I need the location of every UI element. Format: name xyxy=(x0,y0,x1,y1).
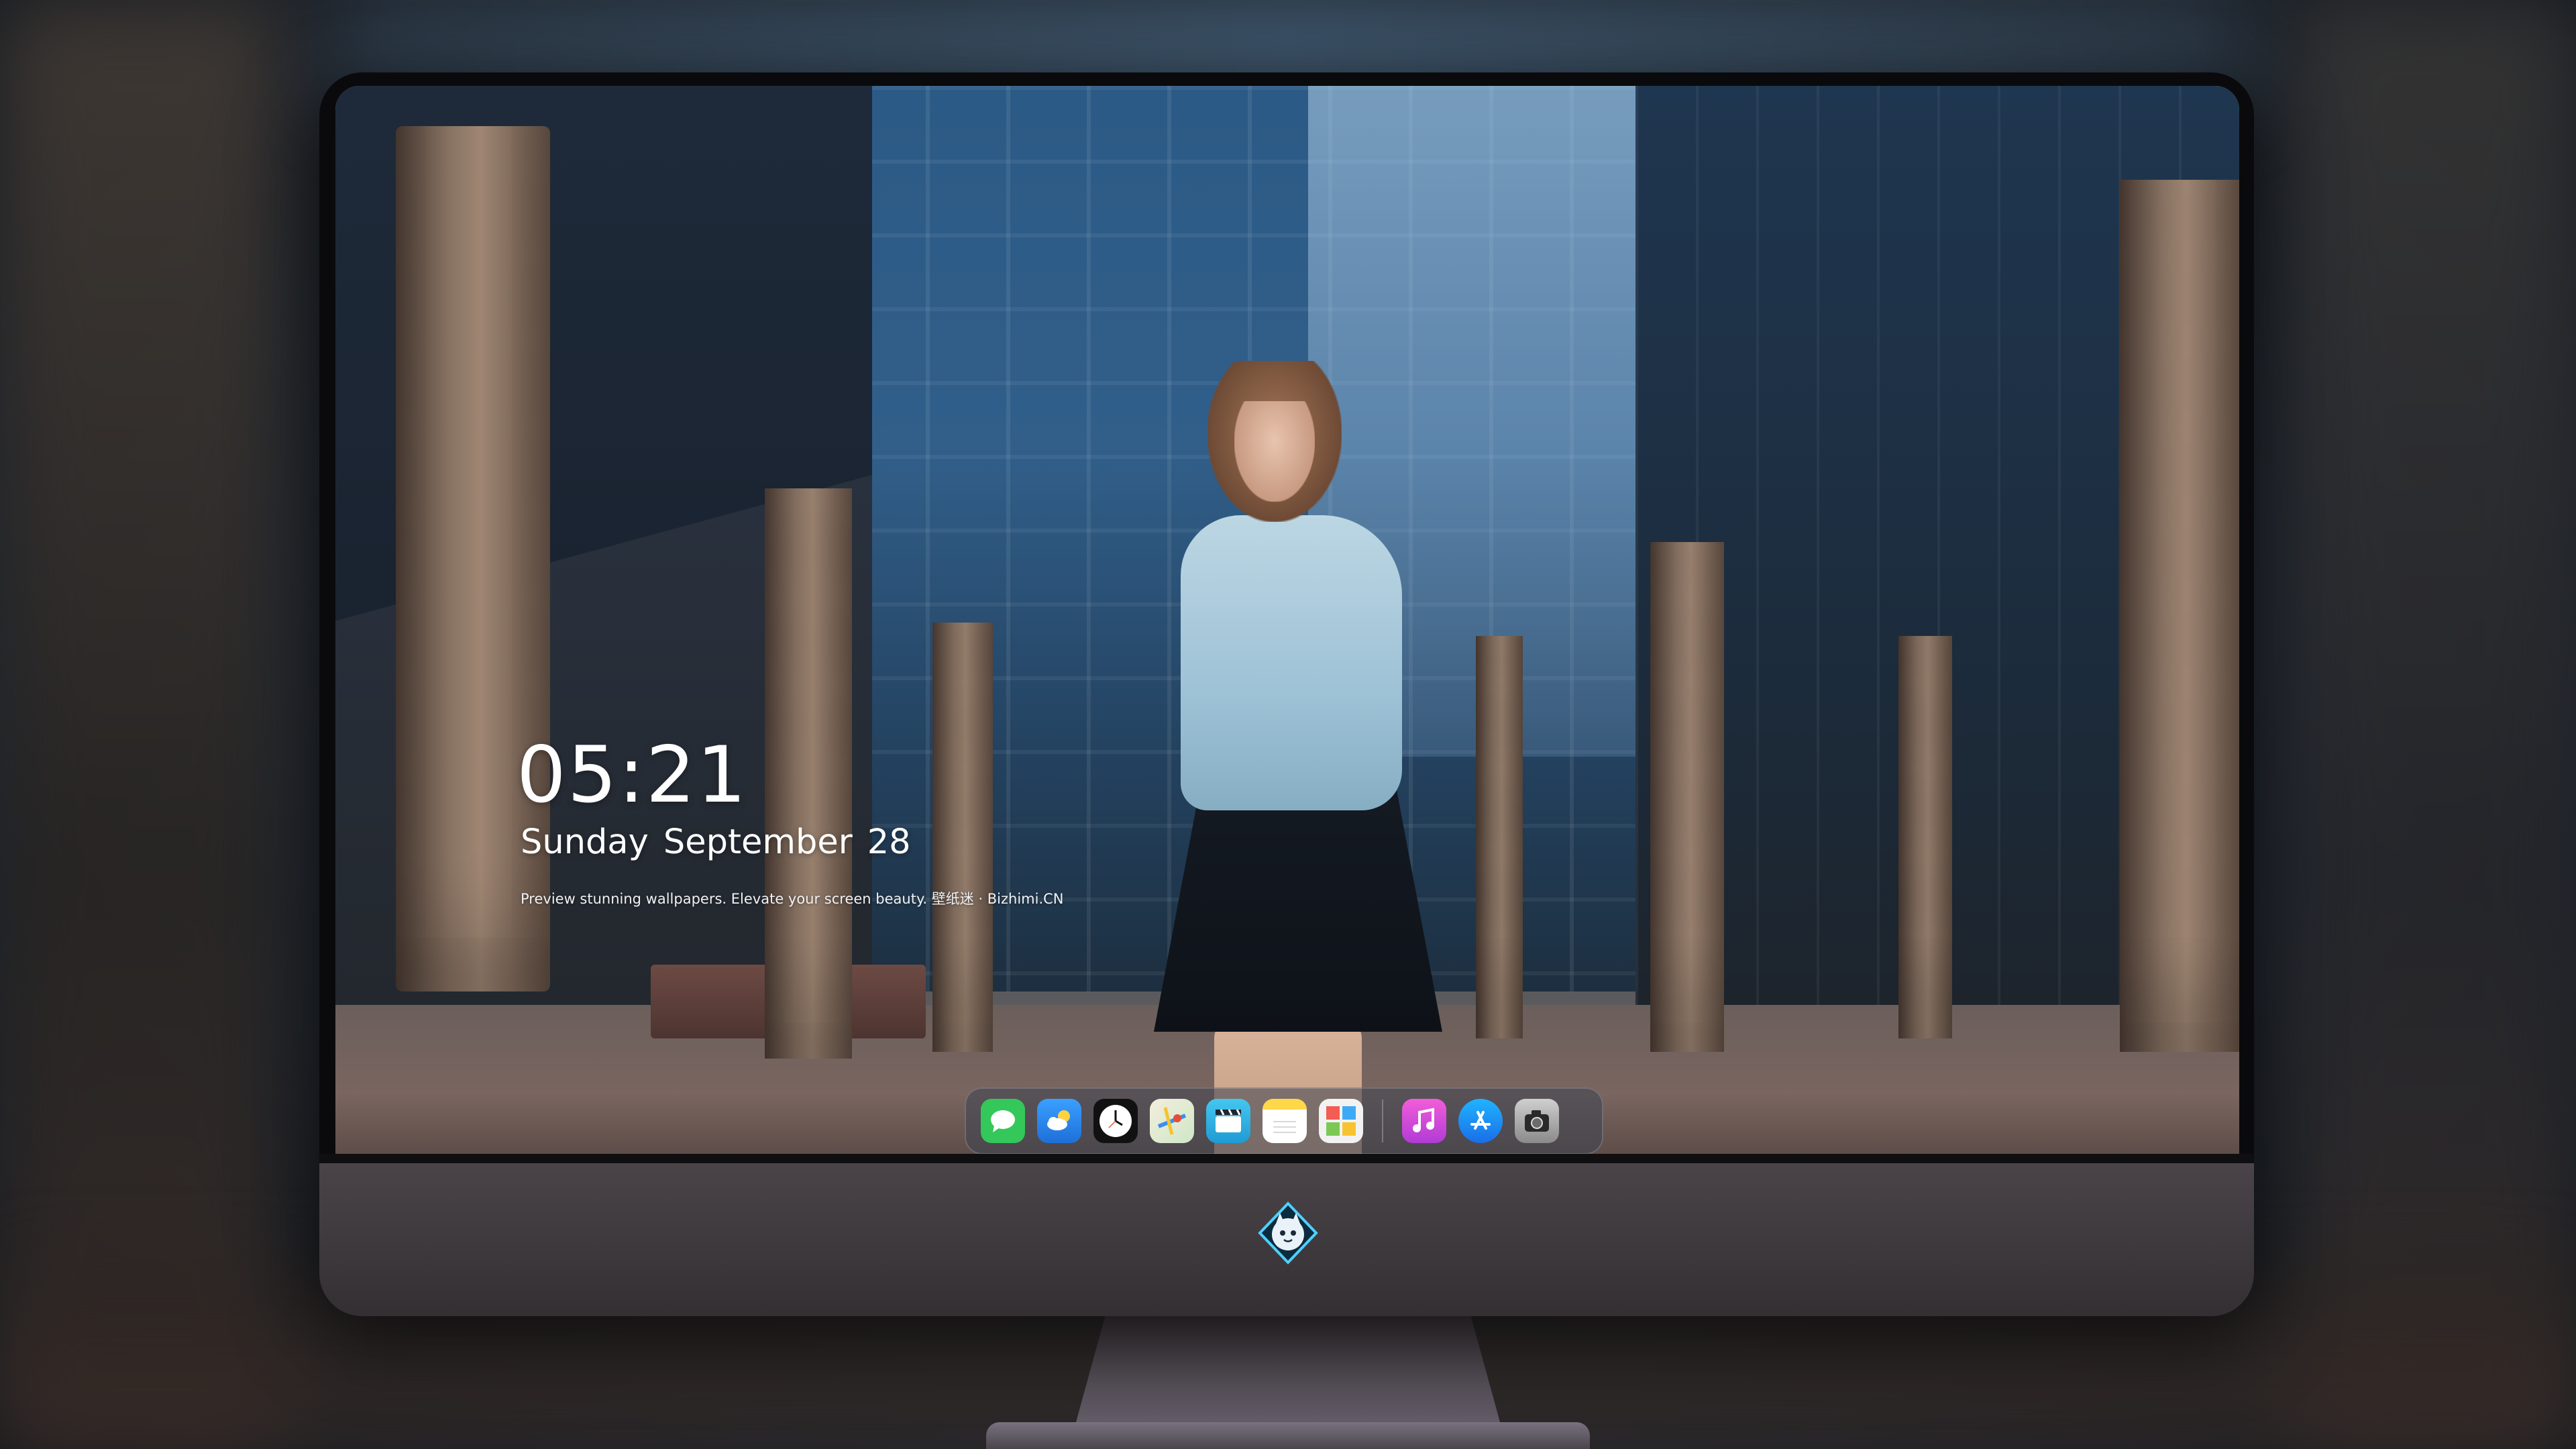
clips-icon[interactable] xyxy=(1206,1099,1250,1143)
lock-screen-date: Sunday September 28 xyxy=(521,822,926,862)
date-day: 28 xyxy=(867,822,911,862)
wallpaper-column xyxy=(765,488,852,1059)
date-weekday: Sunday xyxy=(521,822,649,862)
wallpaper-column xyxy=(1476,636,1523,1038)
cat-mascot-logo-icon xyxy=(1254,1199,1322,1267)
camera-icon[interactable] xyxy=(1515,1099,1559,1143)
music-icon[interactable] xyxy=(1402,1099,1446,1143)
wallpaper-column xyxy=(1898,636,1952,1038)
wallpaper-column xyxy=(2120,180,2239,1052)
photos-icon[interactable] xyxy=(1319,1099,1363,1143)
blurred-background-left xyxy=(0,0,282,1449)
monitor-stand-base xyxy=(986,1422,1590,1449)
lock-screen-clock: 05:21 xyxy=(517,730,748,820)
wallpaper-figure-shirt xyxy=(1181,515,1402,810)
dock-separator xyxy=(1382,1099,1383,1142)
maps-icon[interactable] xyxy=(1150,1099,1194,1143)
weather-icon[interactable] xyxy=(1037,1099,1081,1143)
wallpaper-column xyxy=(1650,542,1724,1052)
notes-icon[interactable] xyxy=(1263,1099,1307,1143)
wallpaper-figure-face xyxy=(1234,401,1315,502)
blurred-background-right xyxy=(2294,0,2576,1449)
lock-screen: 05:21 Sunday September 28 Preview stunning… xyxy=(335,86,2239,1154)
wallpaper-column xyxy=(932,623,993,1052)
messages-icon[interactable] xyxy=(981,1099,1025,1143)
clock-icon[interactable] xyxy=(1093,1099,1138,1143)
app-store-icon[interactable] xyxy=(1458,1099,1503,1143)
dock xyxy=(965,1087,1603,1154)
lock-screen-tagline: Preview stunning wallpapers. Elevate you… xyxy=(521,891,1064,907)
desktop-backdrop: 05:21 Sunday September 28 Preview stunning… xyxy=(0,0,2576,1449)
date-month: September xyxy=(663,822,853,862)
